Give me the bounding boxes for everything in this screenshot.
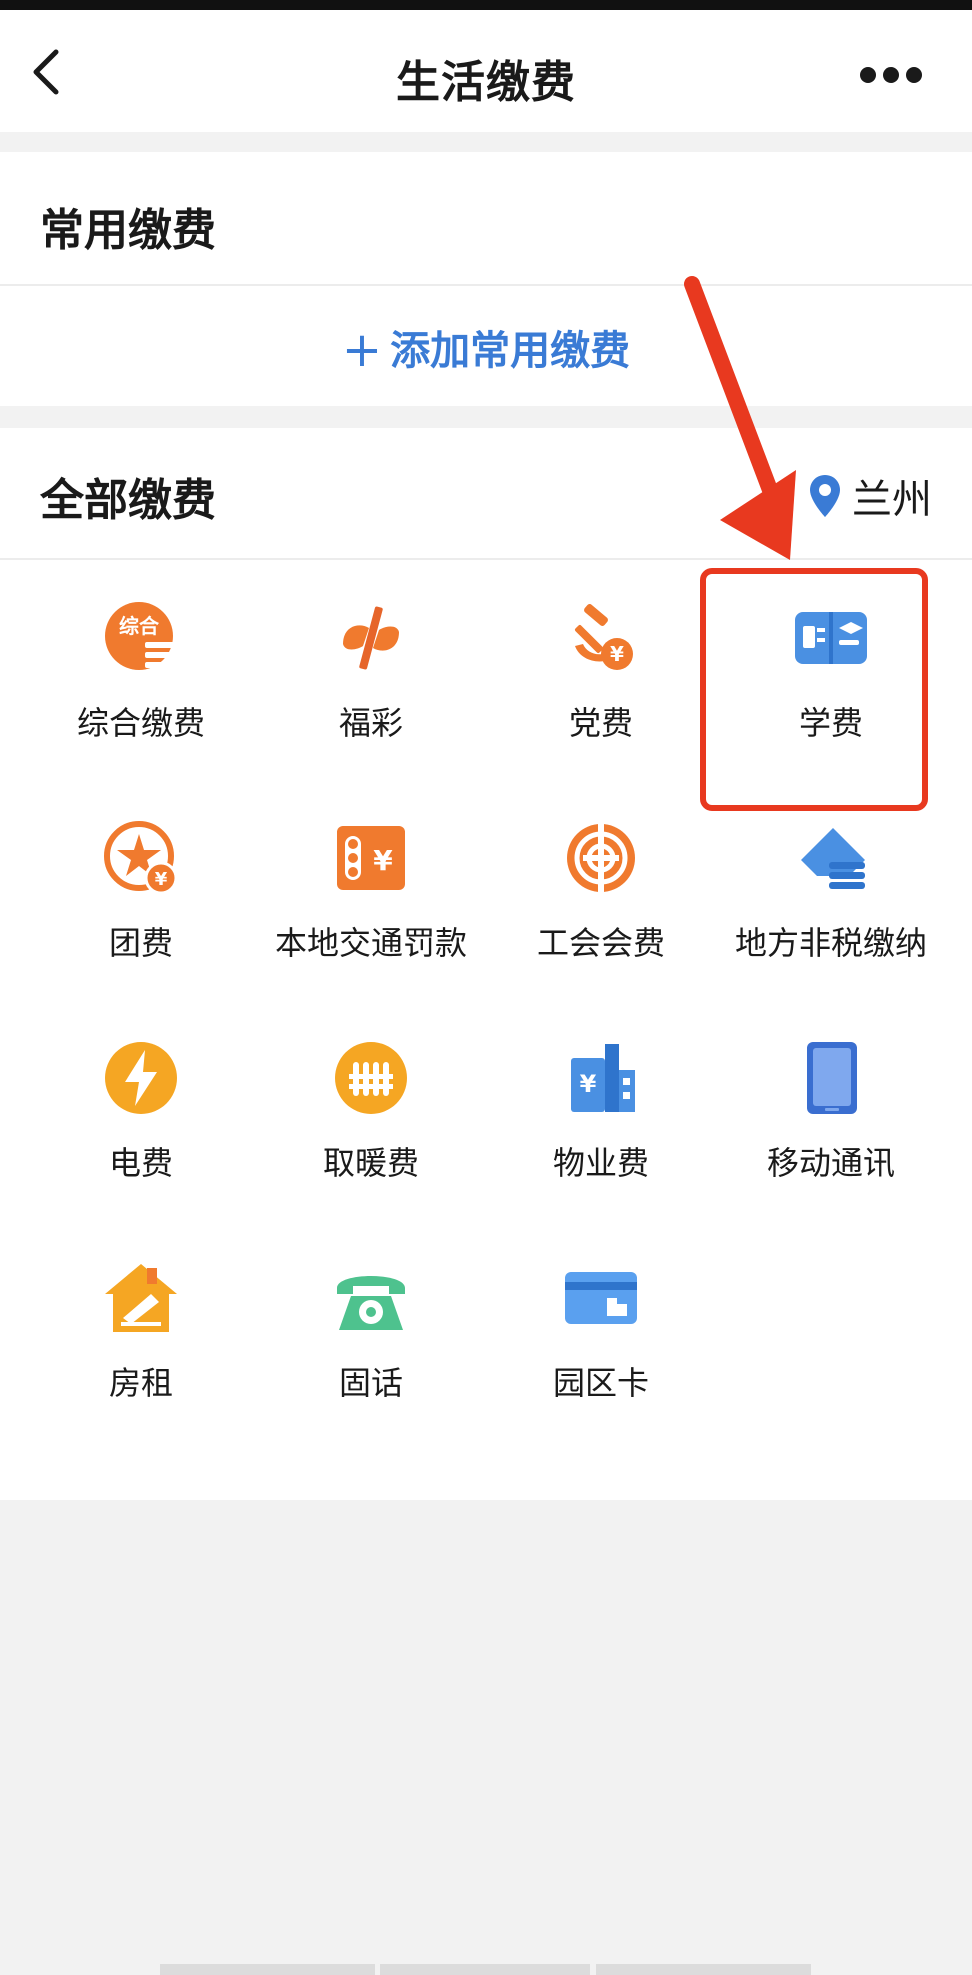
all-payments-section: 全部缴费 兰州 综合 综合缴费 福彩 ¥ 党费 学费 ¥ 团费 ¥ 本地交通罚款… bbox=[0, 428, 972, 1500]
payment-item-tuition[interactable]: 学费 bbox=[716, 560, 946, 780]
svg-text:¥: ¥ bbox=[580, 1070, 597, 1098]
payment-item-comprehensive[interactable]: 综合 综合缴费 bbox=[26, 560, 256, 780]
payment-item-label: 电费 bbox=[108, 1144, 173, 1182]
league-fee-icon: ¥ bbox=[103, 820, 179, 896]
payment-item-label: 工会会费 bbox=[536, 924, 665, 962]
all-payments-title: 全部缴费 bbox=[40, 475, 216, 526]
add-common-payment-label: 添加常用缴费 bbox=[390, 328, 631, 374]
payment-item-label: 团费 bbox=[108, 924, 173, 962]
home-indicator bbox=[380, 1964, 590, 1975]
party-fee-icon: ¥ bbox=[563, 600, 639, 676]
union-fee-icon bbox=[563, 820, 639, 896]
payment-item-party-fee[interactable]: ¥ 党费 bbox=[486, 560, 716, 780]
payment-item-mobile[interactable]: 移动通讯 bbox=[716, 1000, 946, 1220]
rent-icon bbox=[103, 1260, 179, 1336]
payment-item-label: 学费 bbox=[798, 704, 863, 742]
location-pin-icon bbox=[810, 475, 840, 517]
payment-item-rent[interactable]: 房租 bbox=[26, 1220, 256, 1440]
payment-item-label: 综合缴费 bbox=[76, 704, 205, 742]
common-payments-section: 常用缴费 + 添加常用缴费 bbox=[0, 152, 972, 406]
payment-item-welfare-lottery[interactable]: 福彩 bbox=[256, 560, 486, 780]
city-name: 兰州 bbox=[852, 477, 932, 523]
city-selector[interactable]: 兰州 bbox=[808, 468, 932, 524]
add-common-payment-button[interactable]: + 添加常用缴费 bbox=[0, 318, 972, 378]
svg-text:¥: ¥ bbox=[155, 869, 168, 890]
svg-text:综合: 综合 bbox=[119, 614, 160, 638]
payment-item-label: 取暖费 bbox=[322, 1144, 419, 1182]
landline-icon bbox=[333, 1260, 409, 1336]
payment-item-electricity[interactable]: 电费 bbox=[26, 1000, 256, 1220]
payment-item-heating[interactable]: 取暖费 bbox=[256, 1000, 486, 1220]
payment-item-property[interactable]: ¥ 物业费 bbox=[486, 1000, 716, 1220]
more-dots-icon bbox=[860, 67, 922, 83]
heating-icon bbox=[333, 1040, 409, 1116]
payment-item-league-fee[interactable]: ¥ 团费 bbox=[26, 780, 256, 1000]
payment-item-traffic-fine[interactable]: ¥ 本地交通罚款 bbox=[256, 780, 486, 1000]
electricity-icon bbox=[103, 1040, 179, 1116]
payment-item-label: 园区卡 bbox=[552, 1364, 649, 1402]
payment-item-label: 党费 bbox=[568, 704, 633, 742]
payment-item-label: 福彩 bbox=[338, 704, 403, 742]
mobile-phone-icon bbox=[793, 1040, 869, 1116]
status-bar-edge bbox=[0, 0, 972, 10]
payment-item-union-fee[interactable]: 工会会费 bbox=[486, 780, 716, 1000]
plus-icon: + bbox=[341, 322, 383, 378]
common-payments-title: 常用缴费 bbox=[40, 205, 216, 256]
payment-item-park-card[interactable]: 园区卡 bbox=[486, 1220, 716, 1440]
welfare-lottery-icon bbox=[333, 600, 409, 676]
home-indicator bbox=[596, 1964, 811, 1975]
payment-item-label: 物业费 bbox=[552, 1144, 649, 1182]
svg-text:¥: ¥ bbox=[610, 642, 624, 666]
more-button[interactable] bbox=[856, 60, 926, 90]
payment-item-label: 房租 bbox=[108, 1364, 173, 1402]
payment-item-label: 固话 bbox=[338, 1364, 403, 1402]
divider bbox=[0, 284, 972, 286]
nav-header: 生活缴费 bbox=[0, 10, 972, 132]
home-indicator bbox=[160, 1964, 375, 1975]
park-card-icon bbox=[563, 1260, 639, 1336]
property-fee-icon: ¥ bbox=[563, 1040, 639, 1116]
payment-item-label: 移动通讯 bbox=[766, 1144, 895, 1182]
tuition-icon bbox=[793, 600, 869, 676]
payment-item-label: 本地交通罚款 bbox=[274, 924, 467, 962]
comprehensive-pay-icon: 综合 bbox=[103, 600, 179, 676]
svg-text:¥: ¥ bbox=[373, 844, 393, 877]
traffic-fine-icon: ¥ bbox=[333, 820, 409, 896]
payment-item-non-tax[interactable]: 地方非税缴纳 bbox=[716, 780, 946, 1000]
non-tax-payment-icon bbox=[793, 820, 869, 896]
page-title: 生活缴费 bbox=[396, 57, 576, 108]
payment-item-label: 地方非税缴纳 bbox=[734, 924, 927, 962]
payment-item-landline[interactable]: 固话 bbox=[256, 1220, 486, 1440]
